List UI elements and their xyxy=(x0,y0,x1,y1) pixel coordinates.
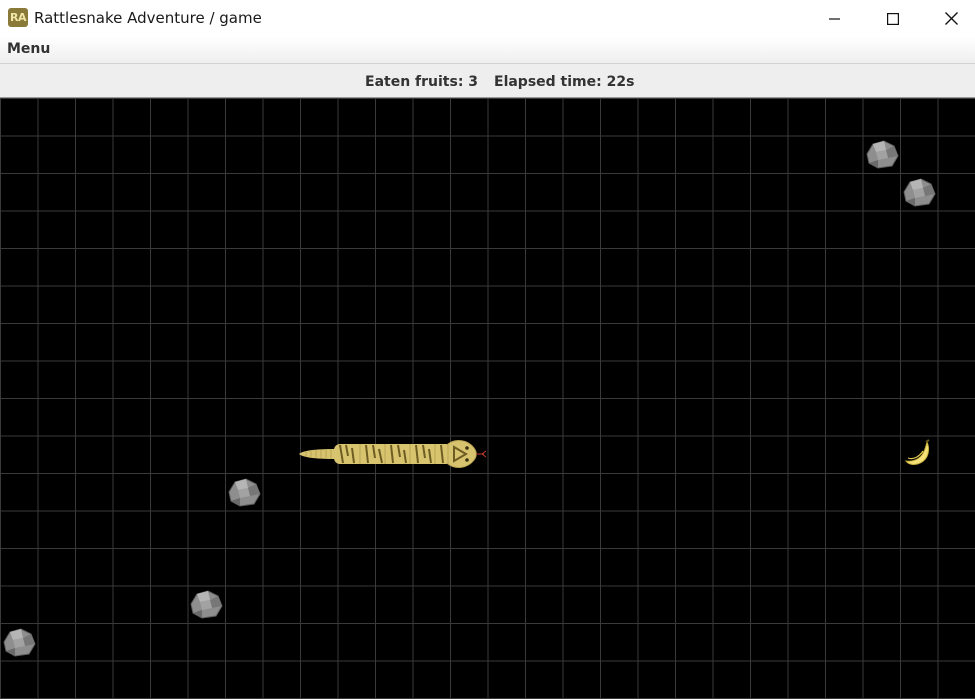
menu-button[interactable]: Menu xyxy=(7,41,50,57)
close-button[interactable] xyxy=(922,0,975,37)
status-bar: Eaten fruits: 3 Elapsed time: 22s xyxy=(0,64,975,98)
maximize-button[interactable] xyxy=(864,0,922,37)
menu-bar: Menu xyxy=(0,37,975,64)
game-board[interactable] xyxy=(0,98,975,699)
eaten-fruits-counter: Eaten fruits: 3 xyxy=(365,74,479,90)
maximize-icon xyxy=(887,12,899,25)
app-icon: RA xyxy=(8,8,28,27)
rock-icon xyxy=(190,590,223,619)
rock-icon xyxy=(903,178,936,207)
snake-head xyxy=(447,440,477,468)
banana-icon xyxy=(904,439,930,465)
rock-icon xyxy=(3,628,36,657)
window-title: Rattlesnake Adventure / game xyxy=(34,9,262,27)
close-icon xyxy=(944,12,958,25)
game-window: RA Rattlesnake Adventure / game Menu Eat… xyxy=(0,0,975,699)
snake-tail xyxy=(299,449,336,459)
rock-icon xyxy=(228,478,261,507)
title-bar[interactable]: RA Rattlesnake Adventure / game xyxy=(0,0,975,37)
minimize-icon xyxy=(829,17,840,20)
snake xyxy=(299,440,487,468)
elapsed-time-display: Elapsed time: 22s xyxy=(494,74,635,90)
rock-icon xyxy=(866,140,899,169)
minimize-button[interactable] xyxy=(806,0,864,37)
